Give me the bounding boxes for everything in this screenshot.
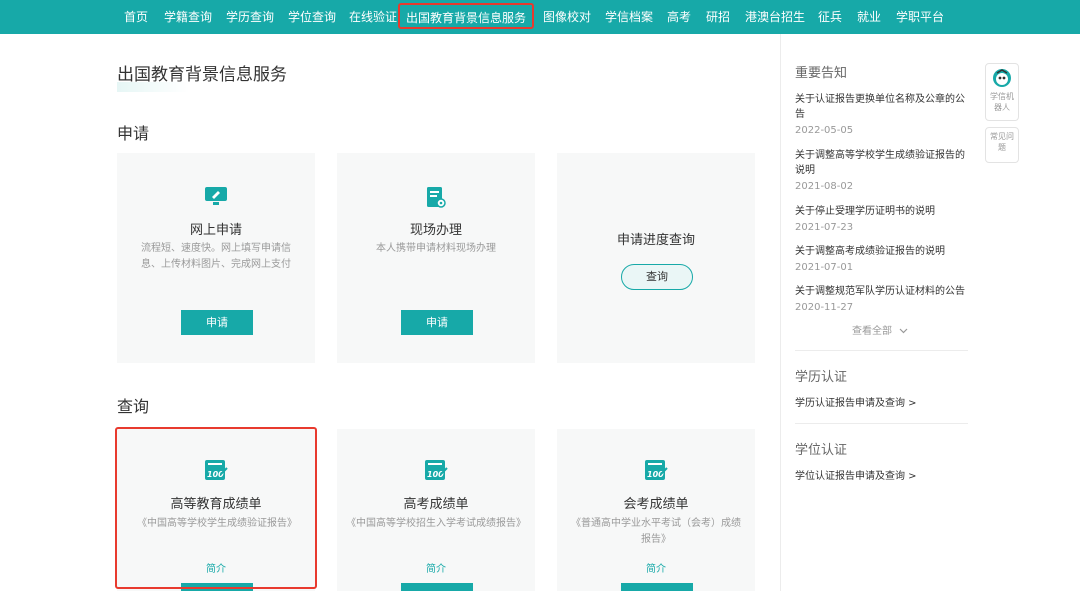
nav-image-check[interactable]: 图像校对 (543, 0, 591, 34)
card-title: 网上申请 (189, 223, 242, 238)
card-higher-ed-transcript: 100 高等教育成绩单 《中国高等学校学生成绩验证报告》 简介 (117, 429, 315, 591)
score-100-icon: 100 (557, 459, 755, 481)
card-huikao-transcript: 100 会考成绩单 《普通高中学业水平考试（会考）成绩报告》 简介 (557, 429, 755, 591)
progress-query-button[interactable]: 查询 (621, 264, 693, 290)
nav-jiuye[interactable]: 就业 (857, 0, 881, 34)
degree-cert-link[interactable]: 学历认证报告申请及查询 > (795, 394, 917, 409)
xuewei-cert-title: 学位认证 (795, 443, 848, 458)
nav-overseas-service[interactable]: 出国教育背景信息服务 (398, 3, 535, 29)
score-100-icon: 100 (337, 459, 535, 481)
robot-assistant-button[interactable]: 学信机器人 (985, 63, 1019, 121)
page-title: 出国教育背景信息服务 (117, 65, 287, 85)
notice-date: 2022-05-05 (795, 125, 854, 136)
gaokao-button[interactable] (401, 583, 473, 591)
card-title: 现场办理 (409, 223, 462, 238)
online-apply-button[interactable]: 申请 (181, 310, 253, 335)
card-online-apply: 网上申请 流程短、速度快。网上填写申请信息、上传材料图片、完成网上支付 申请 (117, 153, 315, 363)
view-all-link[interactable]: 查看全部 (852, 322, 908, 337)
card-desc: 《中国高等学校学生成绩验证报告》 (137, 518, 297, 529)
nav-xuezhi[interactable]: 学职平台 (896, 0, 944, 34)
card-onsite-apply: 现场办理 本人携带申请材料现场办理 申请 (337, 153, 535, 363)
nav-yanzhao[interactable]: 研招 (706, 0, 730, 34)
notice-item[interactable]: 关于调整规范军队学历认证材料的公告 (795, 284, 970, 299)
card-title: 申请进度查询 (616, 233, 695, 248)
card-title: 高等教育成绩单 (170, 497, 262, 512)
huikao-button[interactable] (621, 583, 693, 591)
robot-label: 学信机器人 (990, 92, 1014, 112)
card-title: 高考成绩单 (403, 497, 469, 512)
robot-icon (986, 68, 1018, 90)
nav-archive[interactable]: 学信档案 (605, 0, 653, 34)
faq-button[interactable]: 常见问题 (985, 127, 1019, 163)
notice-date: 2021-07-23 (795, 222, 854, 233)
onsite-apply-button[interactable]: 申请 (401, 310, 473, 335)
card-gaokao-transcript: 100 高考成绩单 《中国高等学校招生入学考试成绩报告》 简介 (337, 429, 535, 591)
intro-link[interactable]: 简介 (557, 560, 755, 575)
sidebar-divider (780, 34, 781, 591)
notice-item[interactable]: 关于调整高考成绩验证报告的说明 (795, 244, 970, 259)
nav-xueji[interactable]: 学籍查询 (164, 0, 212, 34)
card-desc: 《普通高中学业水平考试（会考）成绩报告》 (571, 518, 741, 545)
card-progress-query: 申请进度查询 查询 (557, 153, 755, 363)
notice-date: 2020-11-27 (795, 302, 854, 313)
notice-item[interactable]: 关于认证报告更换单位名称及公章的公告 (795, 92, 970, 122)
nav-xuewei[interactable]: 学位查询 (288, 0, 336, 34)
nav-zhengbing[interactable]: 征兵 (818, 0, 842, 34)
divider (795, 350, 968, 351)
monitor-icon (117, 186, 315, 206)
xuewei-cert-link[interactable]: 学位认证报告申请及查询 > (795, 467, 917, 482)
top-nav: 首页 学籍查询 学历查询 学位查询 在线验证 出国教育背景信息服务 图像校对 学… (0, 0, 1080, 34)
degree-cert-title: 学历认证 (795, 370, 848, 385)
intro-link[interactable]: 简介 (117, 560, 315, 575)
notice-date: 2021-07-01 (795, 262, 854, 273)
apply-section-title: 申请 (117, 124, 150, 143)
notice-item[interactable]: 关于调整高等学校学生成绩验证报告的说明 (795, 148, 970, 178)
query-section-title: 查询 (117, 397, 150, 416)
notice-item[interactable]: 关于停止受理学历证明书的说明 (795, 204, 970, 219)
divider (795, 423, 968, 424)
chevron-down-icon (899, 326, 908, 337)
view-all-label: 查看全部 (852, 326, 892, 337)
document-location-icon (337, 186, 535, 210)
score-100-icon: 100 (117, 459, 315, 481)
nav-online-verify[interactable]: 在线验证 (349, 0, 397, 34)
nav-gaokao[interactable]: 高考 (667, 0, 691, 34)
notices-title: 重要告知 (795, 66, 848, 81)
card-desc: 《中国高等学校招生入学考试成绩报告》 (346, 518, 526, 529)
card-desc: 本人携带申请材料现场办理 (376, 243, 496, 254)
higher-ed-button[interactable] (181, 583, 253, 591)
nav-gangaotai[interactable]: 港澳台招生 (745, 0, 805, 34)
nav-xueli[interactable]: 学历查询 (226, 0, 274, 34)
card-title: 会考成绩单 (623, 497, 689, 512)
nav-home[interactable]: 首页 (124, 0, 148, 34)
intro-link[interactable]: 简介 (337, 560, 535, 575)
card-desc: 流程短、速度快。网上填写申请信息、上传材料图片、完成网上支付 (141, 243, 291, 270)
notice-date: 2021-08-02 (795, 181, 854, 192)
faq-label: 常见问题 (990, 132, 1014, 152)
